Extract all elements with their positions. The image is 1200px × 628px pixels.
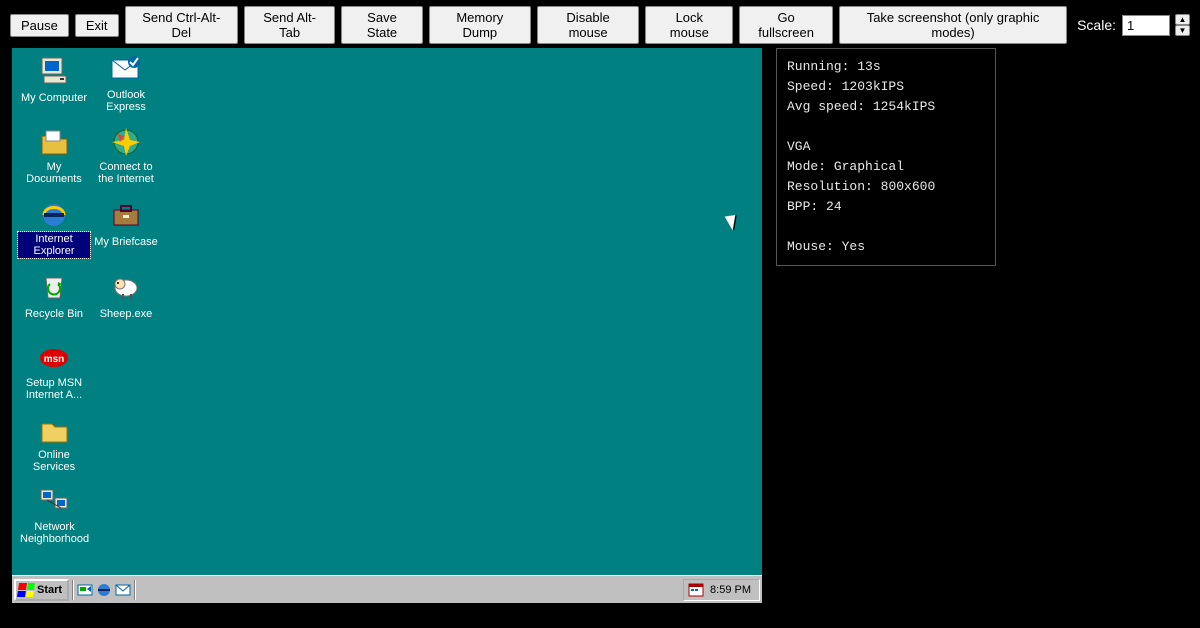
desktop-icon-label: Connect to the Internet bbox=[90, 160, 162, 186]
scale-down-button[interactable]: ▼ bbox=[1175, 25, 1190, 36]
desktop-icon-sheep-exe[interactable]: Sheep.exe bbox=[90, 270, 162, 322]
scale-label: Scale: bbox=[1077, 17, 1116, 33]
quicklaunch-desktop-icon[interactable] bbox=[77, 582, 93, 598]
desktop-icon-label: My Documents bbox=[18, 160, 90, 186]
stat-mouse-label: Mouse: bbox=[787, 239, 834, 254]
desktop-icon-label: Network Neighborhood bbox=[18, 520, 91, 546]
desktop-icon-label: Online Services bbox=[18, 448, 90, 474]
emulator-screen: My Computer Outlook Express My Documents… bbox=[12, 48, 762, 603]
briefcase-icon bbox=[110, 198, 142, 230]
stat-speed-value: 1203kIPS bbox=[842, 79, 904, 94]
desktop-icon-internet-explorer[interactable]: Internet Explorer bbox=[18, 198, 90, 259]
desktop-icon-msn-setup[interactable]: msn Setup MSN Internet A... bbox=[18, 342, 90, 403]
quicklaunch-outlook-icon[interactable] bbox=[115, 582, 131, 598]
stat-mode-label: Mode: bbox=[787, 159, 826, 174]
alt-tab-button[interactable]: Send Alt-Tab bbox=[244, 6, 335, 44]
stat-speed-label: Speed: bbox=[787, 79, 834, 94]
desktop-icon-network-neighborhood[interactable]: Network Neighborhood bbox=[18, 486, 90, 547]
scale-spinner: ▲ ▼ bbox=[1175, 14, 1190, 36]
desktop-icon-label: My Briefcase bbox=[92, 235, 160, 249]
desktop-icon-my-computer[interactable]: My Computer bbox=[18, 54, 90, 106]
msn-icon: msn bbox=[38, 342, 70, 374]
disable-mouse-button[interactable]: Disable mouse bbox=[537, 6, 640, 44]
screenshot-button[interactable]: Take screenshot (only graphic modes) bbox=[839, 6, 1067, 44]
desktop-icon-outlook-express[interactable]: Outlook Express bbox=[90, 54, 162, 115]
stat-bpp-label: BPP: bbox=[787, 199, 818, 214]
taskbar-separator bbox=[72, 580, 74, 600]
lock-mouse-button[interactable]: Lock mouse bbox=[645, 6, 733, 44]
desktop-icon-my-documents[interactable]: My Documents bbox=[18, 126, 90, 187]
desktop-icon-label: Setup MSN Internet A... bbox=[18, 376, 90, 402]
system-tray: 8:59 PM bbox=[683, 579, 760, 601]
emulator-stats-panel: Running: 13s Speed: 1203kIPS Avg speed: … bbox=[776, 48, 996, 266]
memory-dump-button[interactable]: Memory Dump bbox=[429, 6, 531, 44]
quick-launch bbox=[77, 582, 131, 598]
desktop-icon-online-services[interactable]: Online Services bbox=[18, 414, 90, 475]
desktop-icon-connect-internet[interactable]: Connect to the Internet bbox=[90, 126, 162, 187]
ie-icon bbox=[38, 198, 70, 230]
computer-icon bbox=[38, 54, 70, 86]
stat-mouse-value: Yes bbox=[842, 239, 865, 254]
pause-button[interactable]: Pause bbox=[10, 14, 69, 37]
network-icon bbox=[38, 486, 70, 518]
desktop-icon-label: My Computer bbox=[19, 91, 89, 105]
stat-running-label: Running: bbox=[787, 59, 849, 74]
desktop-icon-recycle-bin[interactable]: Recycle Bin bbox=[18, 270, 90, 322]
windows-desktop[interactable]: My Computer Outlook Express My Documents… bbox=[12, 48, 762, 603]
stat-avg-value: 1254kIPS bbox=[873, 99, 935, 114]
stat-res-label: Resolution: bbox=[787, 179, 873, 194]
connect-icon bbox=[110, 126, 142, 158]
stat-bpp-value: 24 bbox=[826, 199, 842, 214]
tray-scheduler-icon[interactable] bbox=[688, 582, 704, 598]
taskbar-separator bbox=[134, 580, 136, 600]
folder-icon bbox=[38, 414, 70, 446]
stat-vga-header: VGA bbox=[787, 139, 810, 154]
desktop-icon-label: Outlook Express bbox=[90, 88, 162, 114]
ctrl-alt-del-button[interactable]: Send Ctrl-Alt-Del bbox=[125, 6, 238, 44]
desktop-icon-label: Sheep.exe bbox=[98, 307, 155, 321]
clock: 8:59 PM bbox=[710, 584, 751, 596]
desktop-icon-my-briefcase[interactable]: My Briefcase bbox=[90, 198, 162, 250]
documents-icon bbox=[38, 126, 70, 158]
stat-running-value: 13s bbox=[857, 59, 880, 74]
quicklaunch-ie-icon[interactable] bbox=[96, 582, 112, 598]
scale-up-button[interactable]: ▲ bbox=[1175, 14, 1190, 25]
start-label: Start bbox=[37, 584, 62, 596]
taskbar: Start 8:59 PM bbox=[12, 575, 762, 603]
emulator-toolbar: Pause Exit Send Ctrl-Alt-Del Send Alt-Ta… bbox=[0, 0, 1200, 50]
scale-input[interactable] bbox=[1122, 15, 1170, 36]
fullscreen-button[interactable]: Go fullscreen bbox=[739, 6, 833, 44]
desktop-icon-label: Recycle Bin bbox=[23, 307, 85, 321]
exit-button[interactable]: Exit bbox=[75, 14, 119, 37]
start-button[interactable]: Start bbox=[14, 579, 69, 601]
stat-mode-value: Graphical bbox=[834, 159, 904, 174]
svg-text:msn: msn bbox=[44, 354, 65, 365]
recycle-icon bbox=[38, 270, 70, 302]
stat-res-value: 800x600 bbox=[881, 179, 936, 194]
stat-avg-label: Avg speed: bbox=[787, 99, 865, 114]
save-state-button[interactable]: Save State bbox=[341, 6, 423, 44]
desktop-icon-label: Internet Explorer bbox=[18, 232, 90, 258]
windows-flag-icon bbox=[17, 583, 35, 597]
outlook-icon bbox=[110, 54, 142, 86]
sheep-icon bbox=[110, 270, 142, 302]
